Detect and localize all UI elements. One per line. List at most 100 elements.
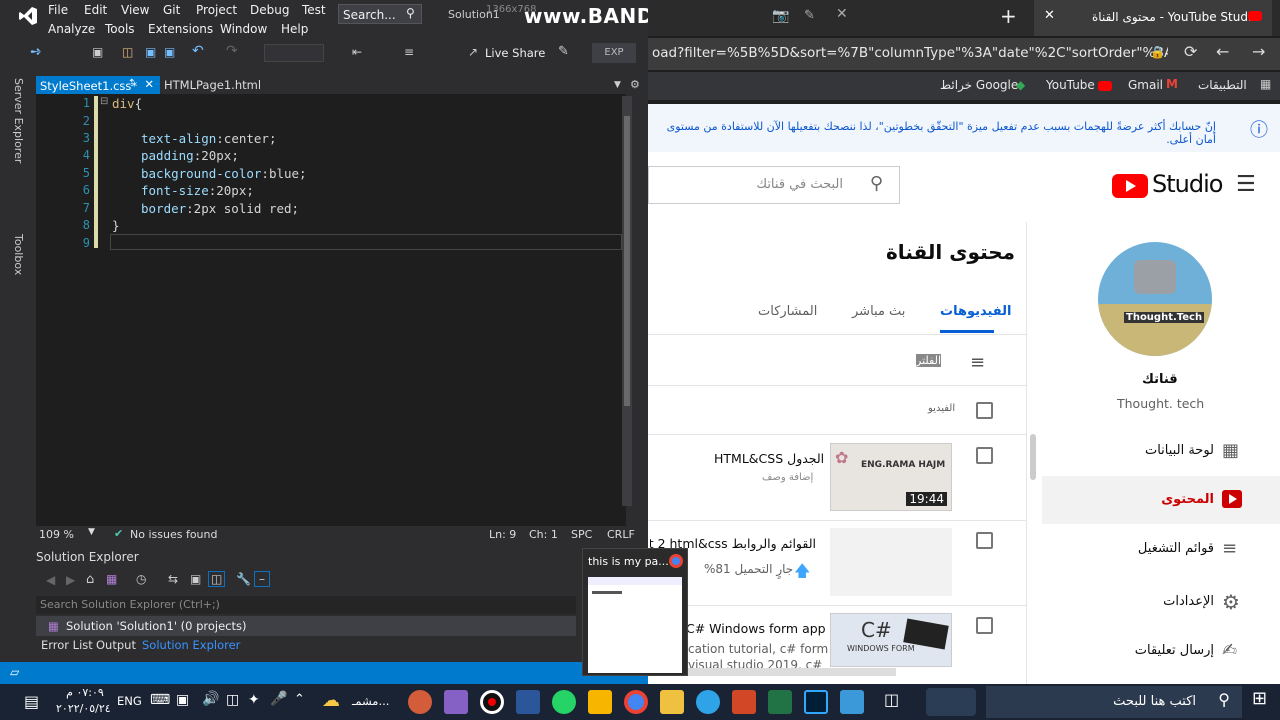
chrome-icon[interactable] <box>624 690 648 714</box>
new-tab-icon[interactable]: + <box>1000 4 1017 28</box>
nav-content[interactable]: المحتوى <box>1161 492 1214 507</box>
video-title[interactable]: الجدول HTML&CSS <box>714 451 824 466</box>
menu-git[interactable]: Git <box>163 3 180 17</box>
exp-badge[interactable]: EXP <box>592 43 636 63</box>
row-checkbox[interactable] <box>976 532 993 549</box>
address-bar[interactable]: oad?filter=%5B%5D&sort=%7B"columnType"%3… <box>648 44 1168 66</box>
chevron-up-icon[interactable]: ⌃ <box>294 692 305 707</box>
collapse-all-icon[interactable]: ▣ <box>190 572 201 586</box>
clock-date[interactable]: ٢٠٢٢/٠٥/٢٤ <box>56 702 111 715</box>
hamburger-icon[interactable]: ☰ <box>1236 172 1256 197</box>
tab-stylesheet[interactable]: StyleSheet1.css* ⇡ ✕ <box>36 76 160 94</box>
widgets-button[interactable] <box>926 688 976 716</box>
bookmark-maps[interactable]: خرائط Google <box>940 78 1018 92</box>
gear-icon[interactable]: ⚙ <box>630 78 640 91</box>
menu-analyze[interactable]: Analyze <box>48 22 95 36</box>
windows-start-icon[interactable]: ⊞ <box>1252 688 1267 709</box>
menu-view[interactable]: View <box>121 3 149 17</box>
store-icon[interactable] <box>840 690 864 714</box>
tab-htmlpage[interactable]: HTMLPage1.html <box>164 78 261 92</box>
row-checkbox[interactable] <box>976 617 993 634</box>
row-checkbox[interactable] <box>976 447 993 464</box>
filter-icon[interactable]: ≡ <box>970 352 985 373</box>
editor-scrollbar[interactable] <box>622 96 632 506</box>
feedback-icon[interactable]: ✎ <box>558 44 569 59</box>
video-description[interactable]: إضافة وصف <box>762 472 813 483</box>
camera-icon[interactable]: 📷 <box>772 8 789 24</box>
keyboard-icon[interactable]: ⌨ <box>150 692 170 708</box>
tab-close-icon[interactable]: ✕ <box>1044 8 1055 23</box>
forward-arrow-icon[interactable]: ← <box>1216 42 1229 61</box>
back-icon[interactable]: ➺ <box>30 44 42 60</box>
volume-icon[interactable]: 🔊 <box>202 691 219 707</box>
bookmark-youtube[interactable]: YouTube <box>1046 78 1095 92</box>
nav-settings[interactable]: الإعدادات <box>1163 594 1214 609</box>
menu-extensions[interactable]: Extensions <box>148 22 213 36</box>
zoom-dropdown-icon[interactable]: ▼ <box>88 527 95 537</box>
sticky-notes-icon[interactable] <box>588 690 612 714</box>
network-icon[interactable]: ▣ <box>176 692 189 708</box>
taskbar-preview[interactable]: this is my pa... <box>582 548 688 676</box>
line-ending-indicator[interactable]: CRLF <box>607 528 635 541</box>
config-dropdown[interactable] <box>264 44 324 62</box>
sidebar-scrollbar[interactable] <box>1030 434 1036 480</box>
weather-icon[interactable]: ☁ <box>322 690 340 711</box>
select-all-checkbox[interactable] <box>976 402 993 419</box>
live-share-button[interactable]: Live Share <box>485 46 545 60</box>
menu-edit[interactable]: Edit <box>84 3 107 17</box>
collapse-icon[interactable]: ⊟ <box>100 96 108 107</box>
home-icon[interactable]: ⌂ <box>86 572 94 587</box>
wrench-icon[interactable]: 🔧 <box>236 572 251 586</box>
comment-icon[interactable]: ≡ <box>404 45 414 59</box>
minimize-icon[interactable]: – <box>254 571 270 587</box>
tab-videos[interactable]: الفيديوهات <box>940 304 1012 319</box>
notification-icon[interactable]: ▤ <box>24 692 39 711</box>
app-icon[interactable] <box>408 690 432 714</box>
tab-solution-explorer[interactable]: Solution Explorer <box>142 638 240 652</box>
forward-icon[interactable]: ▶ <box>66 573 75 587</box>
zoom-level[interactable]: 109 % <box>39 528 74 541</box>
filter-label[interactable]: الفلتر <box>916 354 942 367</box>
whatsapp-icon[interactable] <box>552 690 576 714</box>
language-indicator[interactable]: ENG <box>117 694 142 708</box>
menu-file[interactable]: File <box>48 3 68 17</box>
video-title[interactable]: C# Windows form app <box>686 621 826 636</box>
code-editor[interactable] <box>36 94 632 526</box>
pen-icon[interactable]: ✎ <box>804 8 815 23</box>
issues-status[interactable]: No issues found <box>130 528 217 541</box>
bookmark-gmail[interactable]: Gmail <box>1128 78 1163 92</box>
video-thumbnail[interactable]: ENG.RAMA HAJM ✿ 19:44 <box>830 443 952 511</box>
nav-dashboard[interactable]: لوحة البيانات <box>1145 443 1214 458</box>
nav-feedback[interactable]: إرسال تعليقات <box>1135 643 1214 658</box>
close-icon[interactable]: ✕ <box>144 77 154 91</box>
excel-icon[interactable] <box>768 690 792 714</box>
back-arrow-icon[interactable]: → <box>1252 42 1265 61</box>
taskbar-search-box[interactable]: اكتب هنا للبحث ⚲ <box>986 686 1242 718</box>
visual-studio-icon[interactable] <box>444 690 468 714</box>
back-icon[interactable]: ◀ <box>46 573 55 587</box>
menu-window[interactable]: Window <box>220 22 267 36</box>
powerpoint-icon[interactable] <box>732 690 756 714</box>
menu-debug[interactable]: Debug <box>250 3 289 17</box>
clock-time[interactable]: ٠٧:٠٩ م <box>62 686 108 699</box>
tab-dropdown-icon[interactable]: ▼ <box>614 80 621 90</box>
pin-icon[interactable]: ⇡ <box>128 78 136 89</box>
history-icon[interactable]: ◷ <box>136 572 146 586</box>
battery-icon[interactable]: ◫ <box>226 692 239 708</box>
recorder-close-icon[interactable]: ✕ <box>836 6 848 22</box>
word-icon[interactable] <box>516 690 540 714</box>
menu-test[interactable]: Test <box>302 3 326 17</box>
menu-project[interactable]: Project <box>196 3 237 17</box>
bandicam-icon[interactable] <box>480 690 504 714</box>
video-thumbnail[interactable]: C# WINDOWS FORM <box>830 613 952 667</box>
toolbox-tab[interactable]: Toolbox <box>12 234 25 275</box>
undo-icon[interactable]: ↶ <box>192 43 204 59</box>
nav-playlists[interactable]: قوائم التشغيل <box>1138 541 1214 556</box>
indent-icon[interactable]: ⇤ <box>352 45 362 59</box>
tab-output[interactable]: Output <box>96 638 136 652</box>
redo-icon[interactable]: ↷ <box>226 43 238 59</box>
sync-icon[interactable]: ⇆ <box>168 572 178 586</box>
solution-explorer-search[interactable]: Search Solution Explorer (Ctrl+;) <box>36 596 576 614</box>
tab-posts[interactable]: المشاركات <box>758 304 817 319</box>
menu-tools[interactable]: Tools <box>105 22 135 36</box>
